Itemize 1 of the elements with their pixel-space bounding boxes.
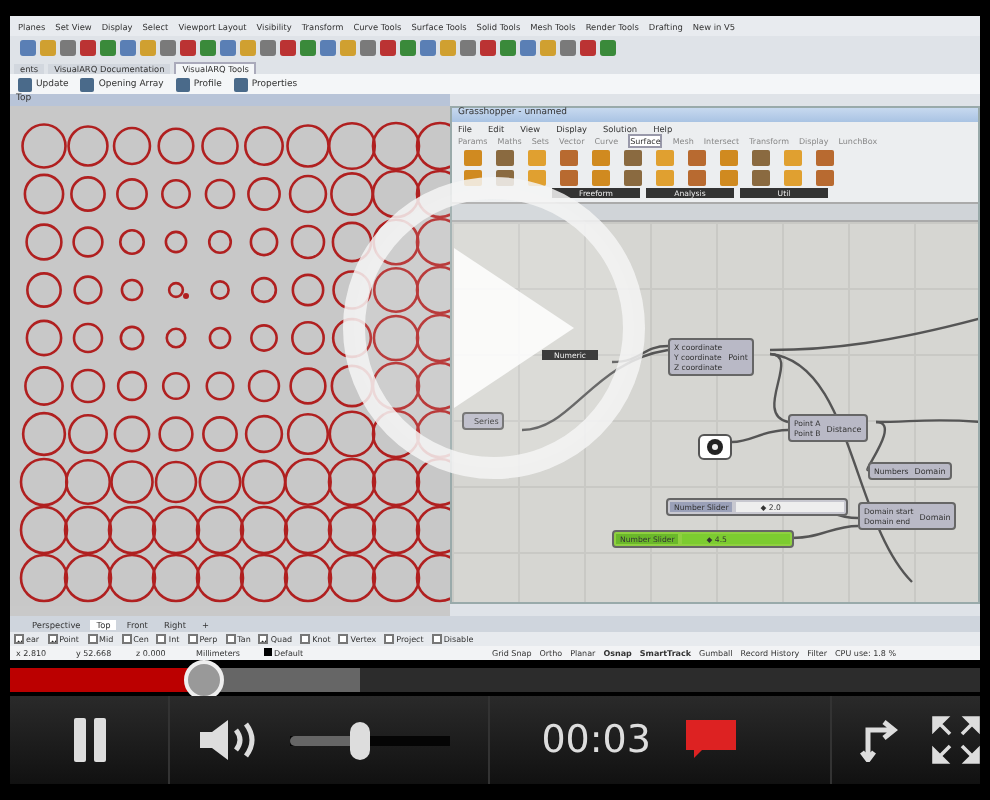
time-display: 00:03 (541, 718, 651, 762)
